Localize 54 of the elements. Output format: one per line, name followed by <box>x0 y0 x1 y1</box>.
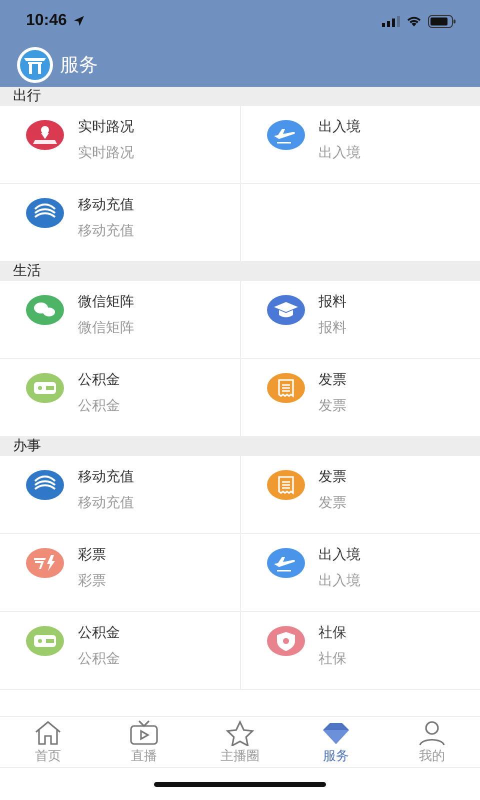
section-header: 生活 <box>0 262 480 281</box>
page-title: 服务 <box>60 52 98 78</box>
service-item[interactable]: 实时路况 实时路况 <box>0 106 240 183</box>
service-subtitle: 公积金 <box>78 650 120 668</box>
section-header: 办事 <box>0 437 480 456</box>
service-title: 彩票 <box>78 546 106 564</box>
tv-icon <box>129 720 159 746</box>
service-item[interactable]: 彩票 彩票 <box>0 534 240 611</box>
section-header: 出行 <box>0 87 480 106</box>
service-subtitle: 移动充值 <box>78 222 134 240</box>
service-subtitle: 微信矩阵 <box>78 319 134 337</box>
gate-logo-icon <box>16 46 54 84</box>
service-item[interactable]: 公积金 公积金 <box>0 359 240 436</box>
service-title: 报料 <box>318 293 346 311</box>
service-title: 出入境 <box>318 118 360 136</box>
service-subtitle: 出入境 <box>318 572 360 590</box>
service-subtitle: 出入境 <box>318 144 360 162</box>
service-item[interactable]: 社保 社保 <box>240 612 480 689</box>
service-item[interactable]: 移动充值 移动充值 <box>0 184 240 261</box>
service-item[interactable]: 移动充值 移动充值 <box>0 456 240 533</box>
service-subtitle: 发票 <box>318 494 346 512</box>
service-item[interactable]: 出入境 出入境 <box>240 534 480 611</box>
service-title: 实时路况 <box>78 118 134 136</box>
battery-icon <box>428 14 456 28</box>
tab-bar-item[interactable]: 服务 <box>288 717 384 767</box>
signal-icon <box>382 16 400 26</box>
person-icon <box>417 720 447 746</box>
service-subtitle: 报料 <box>318 319 346 337</box>
service-title: 公积金 <box>78 624 120 642</box>
wifi-icon <box>406 15 422 27</box>
service-subtitle: 发票 <box>318 397 346 415</box>
service-item[interactable]: 出入境 出入境 <box>240 106 480 183</box>
service-item[interactable]: 报料 报料 <box>240 281 480 358</box>
service-title: 公积金 <box>78 371 120 389</box>
service-title: 社保 <box>318 624 346 642</box>
location-arrow-icon <box>72 15 85 27</box>
service-item[interactable]: 公积金 公积金 <box>0 612 240 689</box>
service-subtitle: 移动充值 <box>78 494 134 512</box>
home-icon <box>33 720 63 746</box>
service-item[interactable]: 发票 发票 <box>240 359 480 436</box>
service-item[interactable]: 微信矩阵 微信矩阵 <box>0 281 240 358</box>
service-title: 移动充值 <box>78 468 134 486</box>
service-title: 出入境 <box>318 546 360 564</box>
service-title: 发票 <box>318 468 346 486</box>
status-time: 10:46 <box>26 12 67 30</box>
service-subtitle: 社保 <box>318 650 346 668</box>
service-subtitle: 彩票 <box>78 572 106 590</box>
service-title: 微信矩阵 <box>78 293 134 311</box>
service-title: 发票 <box>318 371 346 389</box>
service-subtitle: 实时路况 <box>78 144 134 162</box>
star-icon <box>225 720 255 746</box>
service-item[interactable]: 发票 发票 <box>240 456 480 533</box>
service-subtitle: 公积金 <box>78 397 120 415</box>
service-title: 移动充值 <box>78 196 134 214</box>
